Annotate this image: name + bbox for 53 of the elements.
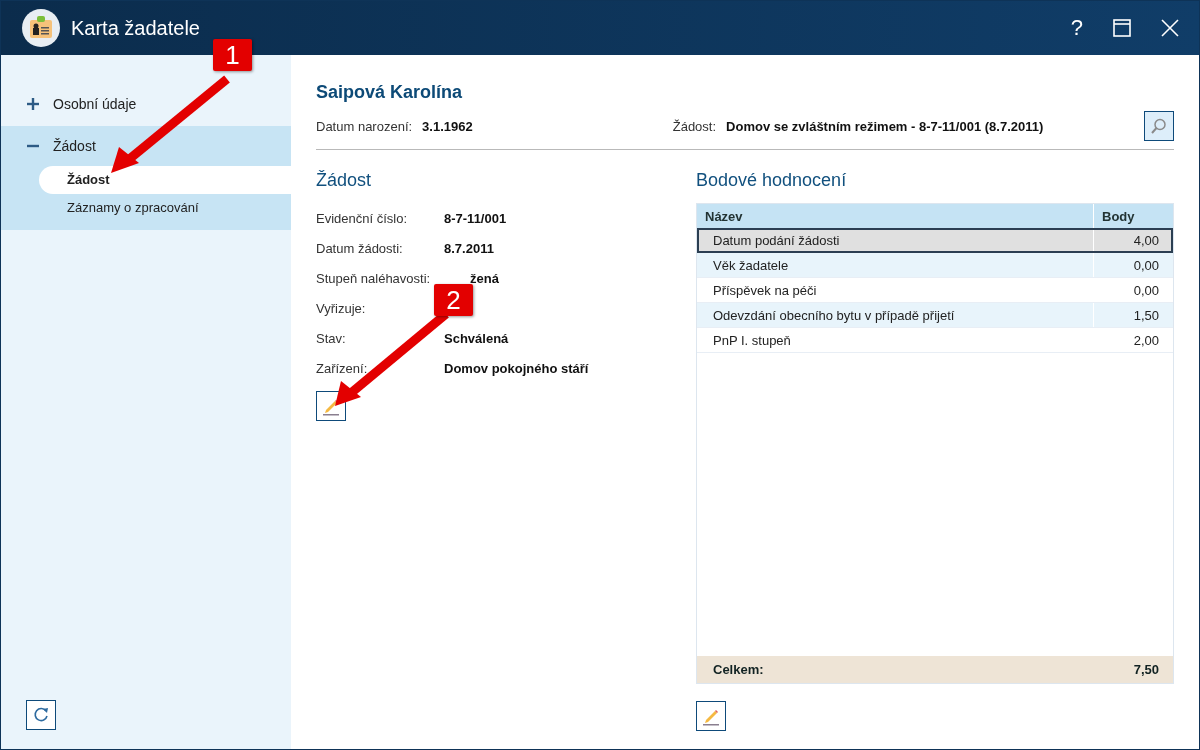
field-value: Domov pokojného stáří	[444, 360, 589, 376]
tree-node[interactable]: Žádost	[1, 126, 291, 166]
table-cell: 1,50	[1093, 303, 1173, 327]
section-title: Žádost	[316, 170, 373, 191]
request-value: Domov se zvláštním režimem - 8-7-11/001 (8.7.2011)	[726, 118, 1044, 134]
table-cell-text: Příspěvek na péči	[712, 282, 818, 298]
help-button[interactable]: ?	[1070, 15, 1083, 41]
total-value: 7,50	[1133, 662, 1159, 677]
search-icon	[1150, 117, 1168, 135]
field-value: Schválená	[444, 330, 509, 346]
tree-node-label: Osobní údaje	[53, 96, 137, 112]
tree-node[interactable]: Osobní údaje	[1, 90, 291, 118]
table-cell: 2,00	[1093, 328, 1173, 352]
maximize-icon[interactable]	[1113, 19, 1131, 37]
table-row[interactable]: Datum podání žádosti 4,00	[697, 228, 1173, 253]
tree-child-item[interactable]: Záznamy o zpracování	[39, 194, 291, 222]
field-label: Zařízení:	[316, 360, 369, 376]
field-value: žená	[469, 270, 499, 286]
field-label: Stav:	[316, 330, 347, 346]
request-label: Žádost:	[672, 118, 717, 134]
refresh-icon	[32, 706, 50, 724]
field-value: 8-7-11/001	[444, 210, 507, 226]
field-value: 8.7.2011	[444, 240, 494, 256]
field-label: Evidenční číslo:	[316, 210, 409, 226]
table-cell-text: Datum podání žádosti	[712, 232, 841, 248]
applicant-card-icon	[21, 8, 61, 48]
column-header: Název	[704, 208, 744, 224]
birth-value: 3.1.1962	[422, 118, 473, 134]
table-cell-text: Odevzdání obecního bytu v případě přijetí	[712, 307, 956, 323]
plus-icon	[27, 98, 39, 110]
table-row[interactable]: Odevzdání obecního bytu v případě přijetí 1,50	[697, 303, 1173, 328]
table-cell-text: Věk žadatele	[712, 257, 790, 273]
callout-badge: 2	[434, 284, 473, 316]
total-label: Celkem:	[713, 662, 764, 677]
birth-label: Datum narození:	[316, 118, 413, 134]
section-title: Bodové hodnocení	[696, 170, 848, 191]
table-row[interactable]: Věk žadatele 0,00	[697, 253, 1173, 278]
tree-child-item[interactable]: Žádost	[39, 166, 291, 194]
table-cell: 0,00	[1093, 278, 1173, 302]
table-cell: 4,00	[1093, 228, 1173, 252]
window-title: Karta žadatele	[71, 16, 200, 40]
table-cell-text: PnP I. stupeň	[712, 332, 792, 348]
table-cell: 0,00	[1093, 253, 1173, 277]
tree-node-label: Žádost	[53, 138, 96, 154]
refresh-button[interactable]	[26, 700, 56, 730]
field-label: Stupeň naléhavosti:	[316, 270, 432, 286]
callout-badge: 1	[213, 39, 252, 71]
edit-button[interactable]	[696, 701, 726, 731]
field-label: Vyřizuje:	[316, 300, 367, 316]
field-label: Datum žádosti:	[316, 240, 404, 256]
applicant-name: Saipová Karolína	[316, 82, 464, 103]
search-button[interactable]	[1144, 111, 1174, 141]
close-icon[interactable]	[1161, 19, 1179, 37]
